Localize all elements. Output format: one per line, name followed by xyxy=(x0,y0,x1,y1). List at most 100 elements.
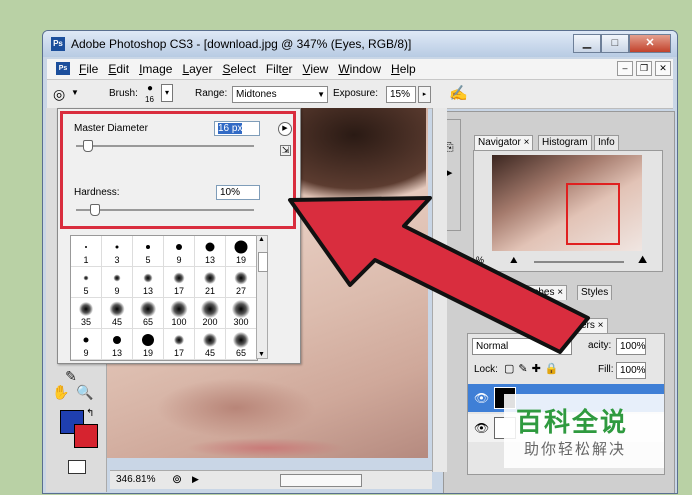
maximize-button[interactable]: □ xyxy=(601,34,629,53)
brush-preset-cell[interactable]: 19 xyxy=(133,329,164,360)
brush-picker-button[interactable]: ▾ xyxy=(161,84,173,102)
menu-item[interactable]: Layer xyxy=(182,62,212,76)
brush-size-value: 16 xyxy=(145,95,154,104)
menu-item[interactable]: Edit xyxy=(108,62,129,76)
brush-preset-cell[interactable]: 9 xyxy=(102,267,133,298)
status-icon[interactable]: ⊚ xyxy=(172,472,182,486)
exposure-value: 15% xyxy=(390,89,411,100)
scroll-up-icon[interactable]: ▲ xyxy=(258,236,265,243)
brush-preset-cell[interactable]: 200 xyxy=(195,298,226,329)
brush-size-label: 17 xyxy=(173,286,184,296)
doc-close-button[interactable]: ✕ xyxy=(655,61,671,76)
menu-item[interactable]: Help xyxy=(391,62,416,76)
navigator-zoom-slider[interactable] xyxy=(534,261,624,263)
brush-size-label: 13 xyxy=(204,255,215,265)
menu-item[interactable]: Select xyxy=(222,62,255,76)
brush-preset-cell[interactable]: 9 xyxy=(164,236,195,267)
vertical-scrollbar[interactable] xyxy=(432,108,447,472)
zoom-out-icon[interactable]: ⛰ xyxy=(510,255,518,266)
tab-navigator[interactable]: Navigator × xyxy=(474,135,534,150)
quick-mask-icon[interactable] xyxy=(68,460,86,474)
master-diameter-slider[interactable] xyxy=(76,145,254,147)
range-dropdown[interactable]: Midtones ▼ xyxy=(232,86,328,103)
brush-preset-cell[interactable]: 19 xyxy=(226,236,257,267)
minimize-button[interactable]: ▁ xyxy=(573,34,601,53)
exposure-slider-button[interactable]: ▸ xyxy=(418,86,431,103)
zoom-tool-icon[interactable]: 🔍 xyxy=(74,382,96,402)
sponge-tool-icon[interactable]: ◎ xyxy=(53,86,65,103)
tool-preset-arrow-icon[interactable]: ▼ xyxy=(71,88,79,97)
menu-items: File Edit Image Layer Select Filter View Window… xyxy=(79,62,426,76)
brush-preset-cell[interactable]: 3 xyxy=(102,236,133,267)
horizontal-scroll-thumb[interactable] xyxy=(280,474,362,487)
popup-menu-button[interactable]: ▶ xyxy=(278,122,292,136)
brush-preset-cell[interactable]: 45 xyxy=(102,298,133,329)
navigator-view-box[interactable] xyxy=(566,183,620,245)
master-diameter-thumb[interactable] xyxy=(82,140,93,152)
brush-preset-cell[interactable]: 13 xyxy=(133,267,164,298)
master-diameter-field[interactable]: 16 px xyxy=(214,121,260,136)
brush-preset-cell[interactable]: 5 xyxy=(71,267,102,298)
brush-size-label: 27 xyxy=(235,286,246,296)
airbrush-icon[interactable]: ✍ xyxy=(449,84,468,102)
menu-item[interactable]: View xyxy=(303,62,329,76)
swap-colors-icon[interactable]: ↰ xyxy=(86,408,94,419)
doc-minimize-button[interactable]: – xyxy=(617,61,633,76)
hard-brush-icon xyxy=(115,245,119,249)
brush-preset-cell[interactable]: 1 xyxy=(71,236,102,267)
brush-preset-cell[interactable]: 13 xyxy=(195,236,226,267)
status-menu-arrow-icon[interactable]: ▶ xyxy=(192,474,199,485)
opacity-field[interactable]: 100% xyxy=(616,338,646,355)
brush-size-label: 65 xyxy=(235,348,246,358)
brush-preset-cell[interactable]: 17 xyxy=(164,267,195,298)
blend-mode-dropdown[interactable]: Normal xyxy=(472,338,572,355)
menu-item[interactable]: Filter xyxy=(266,62,293,76)
visibility-eye-icon[interactable]: 👁 xyxy=(474,421,489,435)
brush-preset-cell[interactable]: 35 xyxy=(71,298,102,329)
tab-swatches[interactable]: atches × xyxy=(521,285,568,300)
brush-preset-cell[interactable]: 5 xyxy=(133,236,164,267)
background-color-swatch[interactable] xyxy=(74,424,98,448)
navigator-thumbnail[interactable] xyxy=(492,155,642,251)
hand-tool-icon[interactable]: ✋ xyxy=(50,382,72,402)
soft-brush-icon xyxy=(143,273,153,283)
preset-scroll-thumb[interactable] xyxy=(258,252,268,272)
brush-preset-cell[interactable]: 45 xyxy=(195,329,226,360)
brush-preset-cell[interactable]: 27 xyxy=(226,267,257,298)
hardness-slider[interactable] xyxy=(76,209,254,211)
soft-brush-icon xyxy=(140,301,156,317)
brush-size-label: 21 xyxy=(204,286,215,296)
navigator-panel: % ⛰ ⛰ xyxy=(473,150,663,272)
brush-preset-cell[interactable]: 65 xyxy=(133,298,164,329)
brush-preset-cell[interactable]: 65 xyxy=(226,329,257,360)
hardness-field[interactable]: 10% xyxy=(216,185,260,200)
fill-label: Fill: xyxy=(598,364,614,375)
menu-item[interactable]: Image xyxy=(139,62,172,76)
brush-preset-cell[interactable]: 300 xyxy=(226,298,257,329)
exposure-field[interactable]: 15% xyxy=(386,86,416,103)
soft-brush-icon xyxy=(173,272,185,284)
close-button[interactable]: ✕ xyxy=(629,34,671,53)
lock-icons[interactable]: ▢✎✚🔒 xyxy=(504,362,563,375)
menu-item[interactable]: Window xyxy=(338,62,381,76)
hard-brush-icon xyxy=(142,334,154,346)
save-preset-icon[interactable]: ⇲ xyxy=(280,145,291,156)
tab-styles[interactable]: Styles xyxy=(577,285,613,300)
menu-item[interactable]: File xyxy=(79,62,98,76)
brush-preview-icon[interactable]: ● xyxy=(147,83,153,94)
doc-restore-button[interactable]: ❐ xyxy=(636,61,652,76)
brush-preset-cell[interactable]: 21 xyxy=(195,267,226,298)
scroll-down-icon[interactable]: ▼ xyxy=(258,351,265,358)
fill-field[interactable]: 100% xyxy=(616,362,646,379)
brush-preset-cell[interactable]: 100 xyxy=(164,298,195,329)
tab-info[interactable]: Info xyxy=(594,135,619,150)
brush-preset-cell[interactable]: 17 xyxy=(164,329,195,360)
tab-histogram[interactable]: Histogram xyxy=(538,135,592,150)
visibility-eye-icon[interactable]: 👁 xyxy=(474,391,489,405)
zoom-in-icon[interactable]: ⛰ xyxy=(638,254,647,267)
hardness-thumb[interactable] xyxy=(89,204,100,216)
tab-layers[interactable]: ers × xyxy=(577,318,608,333)
preset-scrollbar[interactable]: ▲ ▼ xyxy=(256,235,268,359)
brush-preset-cell[interactable]: 9 xyxy=(71,329,102,360)
brush-preset-cell[interactable]: 13 xyxy=(102,329,133,360)
